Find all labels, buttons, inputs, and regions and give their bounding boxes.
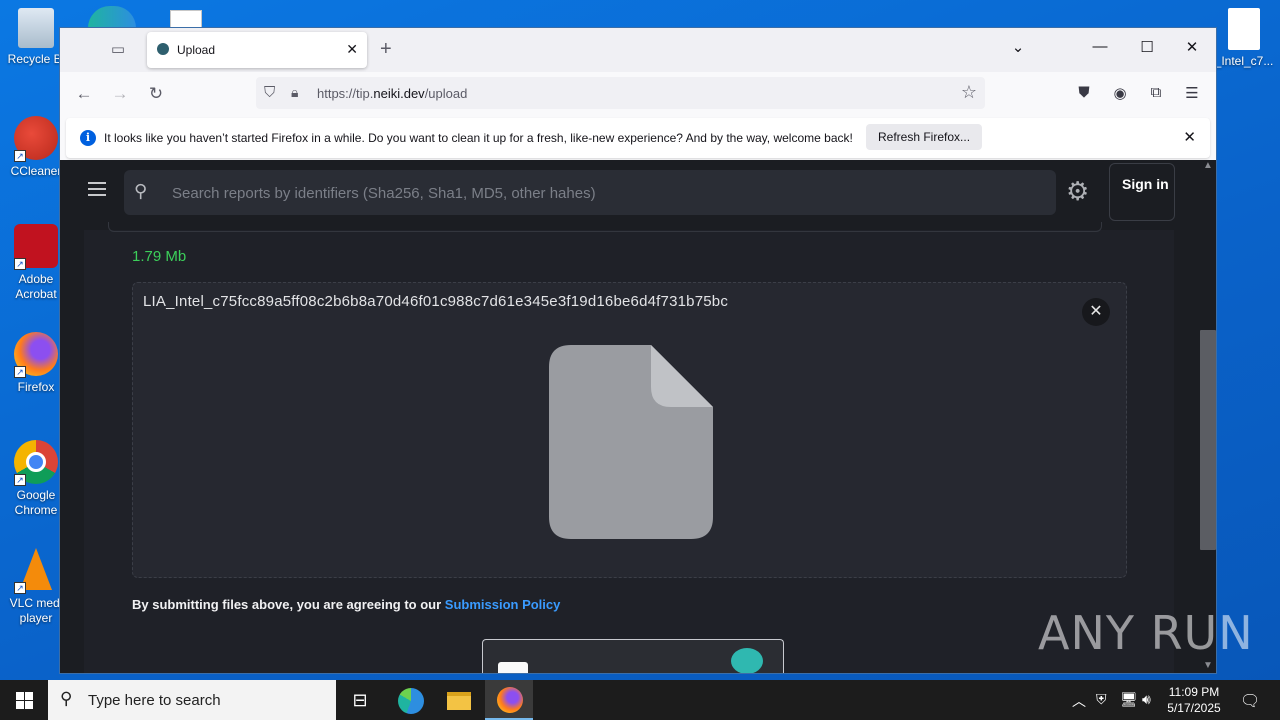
ccleaner-icon: ↗	[14, 116, 58, 162]
notification-message: It looks like you haven’t started Firefo…	[104, 131, 853, 145]
list-all-tabs-icon[interactable]: ⌄	[1008, 38, 1028, 56]
folder-icon	[447, 692, 471, 710]
edge-logo-icon	[398, 688, 424, 714]
chrome-center-icon	[26, 452, 46, 472]
desktop-icon-label: _Intel_c7...	[1214, 54, 1274, 68]
refresh-firefox-button[interactable]: Refresh Firefox...	[866, 124, 983, 150]
volume-icon[interactable]: 🔊︎	[1142, 691, 1151, 708]
policy-text: By submitting files above, you are agree…	[132, 597, 445, 612]
url-domain: neiki.dev	[373, 86, 425, 101]
firefox-icon: ↗	[14, 332, 58, 378]
back-icon[interactable]: ←	[73, 84, 95, 104]
desktop-icon-lia-file[interactable]: _Intel_c7...	[1208, 8, 1280, 69]
taskbar-edge-icon[interactable]	[386, 684, 434, 720]
captcha-checkbox[interactable]	[498, 662, 528, 673]
notification-close-icon[interactable]: ✕	[1183, 128, 1196, 146]
url-path: /upload	[424, 86, 468, 101]
url-text[interactable]: https://tip.neiki.dev/upload	[317, 86, 467, 101]
shortcut-arrow-icon: ↗	[14, 474, 26, 486]
windows-start-icon[interactable]	[0, 680, 48, 720]
submission-policy-link[interactable]: Submission Policy	[445, 597, 561, 612]
hamburger-menu-icon[interactable]	[88, 182, 106, 200]
shortcut-arrow-icon: ↗	[14, 366, 26, 378]
file-drop-zone[interactable]: LIA_Intel_c75fcc89a5ff08c2b6b8a70d46f01c…	[132, 282, 1127, 578]
network-icon[interactable]: 🖥︎	[1120, 691, 1138, 708]
extensions-icon[interactable]: ⧉	[1146, 84, 1166, 101]
anyrun-watermark: ANY RUN	[1038, 606, 1254, 660]
account-icon[interactable]: ◉	[1110, 84, 1130, 102]
remove-file-icon[interactable]: ✕	[1082, 298, 1110, 326]
clock-time: 11:09 PM	[1168, 685, 1220, 699]
report-search-box[interactable]: ⚲ Search reports by identifiers (Sha256,…	[124, 170, 1056, 215]
scroll-down-icon[interactable]: ▼	[1203, 660, 1213, 671]
lock-icon[interactable]: 🔒︎	[291, 84, 298, 101]
vlc-icon: ↗	[14, 548, 58, 594]
defender-icon[interactable]: ⛨	[1096, 691, 1107, 708]
submission-policy-text: By submitting files above, you are agree…	[132, 597, 560, 612]
minimize-icon[interactable]: —	[1090, 38, 1110, 55]
edge-icon[interactable]	[88, 6, 136, 28]
taskbar: ⚲ Type here to search ⊟ ︿ ⛨ 🖥︎ 🔊︎ 11:09 …	[0, 680, 1280, 720]
captcha-widget	[482, 639, 784, 673]
url-prefix: https://tip.	[317, 86, 374, 101]
search-icon: ⚲	[60, 689, 73, 708]
shortcut-arrow-icon: ↗	[14, 150, 26, 162]
taskbar-search-box[interactable]: ⚲ Type here to search	[48, 680, 336, 720]
address-bar[interactable]: ⛉ 🔒︎ https://tip.neiki.dev/upload ☆	[256, 77, 985, 109]
tab-close-icon[interactable]: ✕	[346, 41, 358, 58]
forward-icon[interactable]: →	[109, 84, 131, 104]
taskbar-search-placeholder: Type here to search	[88, 692, 221, 709]
sign-in-button[interactable]: Sign in	[1109, 163, 1175, 221]
bookmark-star-icon[interactable]: ☆	[961, 82, 977, 103]
search-placeholder: Search reports by identifiers (Sha256, S…	[172, 185, 596, 202]
clock[interactable]: 11:09 PM 5/17/2025	[1162, 684, 1226, 716]
site-favicon-icon	[157, 43, 169, 55]
firefox-window: ▭ Upload ✕ + ⌄ — ☐ ✕ ← → ↻ ⛉ 🔒︎ https://…	[60, 28, 1216, 673]
shortcut-arrow-icon: ↗	[14, 582, 26, 594]
search-icon: ⚲	[134, 181, 148, 201]
settings-gear-icon[interactable]: ⚙	[1066, 176, 1089, 207]
adobe-acrobat-icon: ↗	[14, 224, 58, 270]
tab-title: Upload	[177, 43, 216, 57]
file-size: 1.79 Mb	[132, 248, 187, 265]
scrollbar-thumb[interactable]	[1200, 330, 1216, 550]
previous-section-edge	[108, 222, 1102, 232]
file-name: LIA_Intel_c75fcc89a5ff08c2b6b8a70d46f01c…	[143, 293, 729, 310]
notifications-icon[interactable]: 🗨︎	[1240, 691, 1260, 711]
site-header: ⚲ Search reports by identifiers (Sha256,…	[84, 160, 1175, 230]
scroll-up-icon[interactable]: ▲	[1203, 160, 1213, 171]
firefox-view-icon[interactable]: ▭	[106, 40, 130, 60]
shortcut-arrow-icon: ↗	[14, 258, 26, 270]
menu-icon[interactable]: ☰	[1182, 84, 1202, 102]
chrome-icon: ↗	[14, 440, 58, 486]
tab-bar: ▭ Upload ✕ + ⌄ — ☐ ✕	[60, 28, 1216, 72]
document-icon[interactable]	[170, 10, 202, 28]
firefox-logo-icon	[497, 687, 523, 713]
maximize-icon[interactable]: ☐	[1137, 38, 1157, 56]
task-view-icon[interactable]: ⊟	[336, 684, 384, 720]
show-hidden-icons-icon[interactable]: ︿	[1072, 691, 1086, 711]
recycle-bin-icon	[18, 8, 54, 48]
new-tab-icon[interactable]: +	[380, 38, 392, 61]
info-icon: i	[80, 130, 96, 146]
file-explorer-icon[interactable]	[434, 684, 482, 720]
navigation-bar: ← → ↻ ⛉ 🔒︎ https://tip.neiki.dev/upload …	[60, 72, 1216, 116]
clock-date: 5/17/2025	[1167, 701, 1221, 715]
tracking-protection-icon[interactable]: ⛉	[264, 84, 275, 101]
refresh-firefox-notification: i It looks like you haven’t started Fire…	[66, 118, 1210, 158]
close-window-icon[interactable]: ✕	[1182, 38, 1202, 56]
tab-upload[interactable]: Upload ✕	[147, 32, 367, 68]
taskbar-firefox-icon[interactable]	[485, 680, 533, 720]
captcha-logo-icon	[731, 648, 763, 673]
document-file-icon	[549, 345, 713, 539]
reload-icon[interactable]: ↻	[145, 84, 167, 104]
page-content: ⚲ Search reports by identifiers (Sha256,…	[60, 160, 1200, 673]
file-icon	[1228, 8, 1260, 50]
pocket-icon[interactable]: ⛊	[1074, 84, 1094, 101]
page-scrollbar[interactable]: ▲ ▼	[1200, 160, 1216, 673]
